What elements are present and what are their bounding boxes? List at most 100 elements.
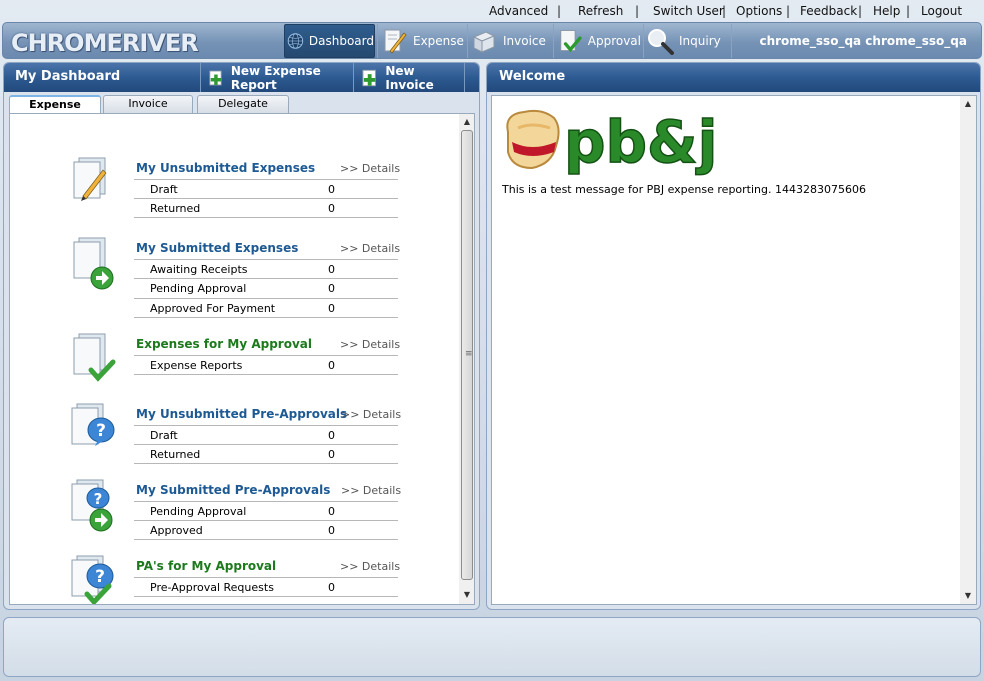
row-value: 0 <box>328 202 335 215</box>
refresh-link[interactable]: Refresh <box>578 4 623 18</box>
nav-approval-label: Approval <box>587 34 641 48</box>
help-link[interactable]: Help <box>873 4 900 18</box>
svg-text:?: ? <box>96 421 106 441</box>
table-row[interactable]: Approved For Payment 0 <box>134 298 398 318</box>
section-title[interactable]: Expenses for My Approval <box>136 337 312 351</box>
row-value: 0 <box>328 263 335 276</box>
table-row[interactable]: Awaiting Receipts 0 <box>134 259 398 279</box>
section-title[interactable]: My Unsubmitted Pre-Approvals <box>136 407 347 421</box>
section-title[interactable]: My Submitted Pre-Approvals <box>136 483 330 497</box>
welcome-message: This is a test message for PBJ expense r… <box>502 183 866 196</box>
scroll-up-arrow-icon[interactable]: ▲ <box>960 97 976 111</box>
switch-user-link[interactable]: Switch User <box>653 4 724 18</box>
user-name: chrome_sso_qa chrome_sso_qa <box>759 34 967 48</box>
nav-invoice[interactable]: Invoice <box>467 24 551 58</box>
question-arrow-document-icon: ? <box>71 479 113 532</box>
link-separator: | <box>906 4 911 18</box>
dashboard-title: My Dashboard <box>15 69 121 84</box>
section-title[interactable]: My Unsubmitted Expenses <box>136 161 315 175</box>
link-separator: | <box>858 4 863 18</box>
welcome-content: pb&j This is a test message for PBJ expe… <box>491 95 977 605</box>
table-row[interactable]: Draft 0 <box>134 179 398 199</box>
check-document-icon <box>73 333 116 382</box>
scroll-down-arrow-icon[interactable]: ▼ <box>960 589 976 603</box>
row-label: Expense Reports <box>150 359 243 372</box>
new-invoice-label: New Invoice <box>385 63 434 92</box>
dashboard-scrollbar[interactable]: ▲ ≡ ▼ <box>459 114 474 604</box>
table-row[interactable]: Returned 0 <box>134 444 398 464</box>
tab-invoice[interactable]: Invoice <box>103 95 193 113</box>
row-value: 0 <box>328 183 335 196</box>
welcome-scrollbar[interactable]: ▲ ▼ <box>960 96 976 604</box>
row-value: 0 <box>328 581 335 594</box>
welcome-title-bar: Welcome <box>487 63 980 92</box>
row-label: Awaiting Receipts <box>150 263 248 276</box>
new-document-plus-icon <box>209 70 222 85</box>
nav-dashboard[interactable]: Dashboard <box>284 24 375 58</box>
row-value: 0 <box>328 524 335 537</box>
table-row[interactable]: Pre-Approval Requests 0 <box>134 577 398 597</box>
top-links-bar: Advanced | Refresh | Switch User | Optio… <box>0 0 984 22</box>
details-link[interactable]: >> Details <box>340 338 400 351</box>
details-link[interactable]: >> Details <box>340 162 400 175</box>
grip-icon: ≡ <box>465 349 473 359</box>
details-link[interactable]: >> Details <box>340 242 400 255</box>
pbj-logo: pb&j <box>506 107 718 177</box>
link-separator: | <box>722 4 727 18</box>
details-link[interactable]: >> Details <box>341 408 401 421</box>
table-row[interactable]: Pending Approval 0 <box>134 501 398 521</box>
new-expense-report-button[interactable]: New Expense Report <box>200 63 352 92</box>
link-separator: | <box>786 4 791 18</box>
nav-approval[interactable]: Approval <box>553 24 641 58</box>
table-row[interactable]: Approved 0 <box>134 520 398 540</box>
link-separator: | <box>557 4 562 18</box>
nav-inquiry[interactable]: Inquiry <box>643 24 731 58</box>
svg-text:?: ? <box>95 567 105 587</box>
scrollbar-thumb[interactable]: ≡ <box>461 130 473 580</box>
row-label: Draft <box>150 183 178 196</box>
table-row[interactable]: Draft 0 <box>134 425 398 445</box>
row-label: Pre-Approval Requests <box>150 581 274 594</box>
svg-text:?: ? <box>94 490 103 508</box>
nav-invoice-label: Invoice <box>503 34 546 48</box>
main-header: CHROMERIVER Dashboard Expense Invoice Ap… <box>2 22 982 59</box>
table-row[interactable]: Returned 0 <box>134 198 398 218</box>
question-check-document-icon: ? <box>71 555 114 604</box>
tab-expense[interactable]: Expense <box>9 95 101 114</box>
question-document-icon: ? <box>71 403 115 446</box>
new-invoice-button[interactable]: New Invoice <box>353 63 465 92</box>
row-value: 0 <box>328 282 335 295</box>
dashboard-panel: My Dashboard New Expense Report New Invo… <box>3 62 480 610</box>
scroll-up-arrow-icon[interactable]: ▲ <box>459 115 474 129</box>
pencil-document-icon <box>73 157 107 201</box>
row-label: Returned <box>150 202 201 215</box>
tab-delegate[interactable]: Delegate <box>197 95 289 113</box>
welcome-title: Welcome <box>499 69 566 84</box>
feedback-link[interactable]: Feedback <box>800 4 857 18</box>
logout-link[interactable]: Logout <box>921 4 962 18</box>
nav-expense[interactable]: Expense <box>377 24 465 58</box>
row-label: Approved <box>150 524 203 537</box>
nav-inquiry-label: Inquiry <box>679 34 721 48</box>
nav-dashboard-label: Dashboard <box>308 34 374 48</box>
link-separator: | <box>635 4 640 18</box>
table-row[interactable]: Pending Approval 0 <box>134 278 398 298</box>
options-link[interactable]: Options <box>736 4 782 18</box>
row-value: 0 <box>328 302 335 315</box>
details-link[interactable]: >> Details <box>341 484 401 497</box>
row-value: 0 <box>328 429 335 442</box>
table-row[interactable]: Expense Reports 0 <box>134 355 398 375</box>
row-label: Returned <box>150 448 201 461</box>
section-title[interactable]: PA's for My Approval <box>136 559 276 573</box>
expense-tab-content: My Unsubmitted Expenses >> Details Draft… <box>9 113 475 605</box>
approval-check-icon <box>560 30 582 53</box>
welcome-panel: Welcome pb&j This is a test message for … <box>486 62 981 610</box>
scroll-down-arrow-icon[interactable]: ▼ <box>459 588 474 602</box>
bottom-panel <box>3 617 981 677</box>
advanced-link[interactable]: Advanced <box>489 4 548 18</box>
invoice-document-icon <box>472 31 496 53</box>
nav-expense-label: Expense <box>413 34 464 48</box>
section-title[interactable]: My Submitted Expenses <box>136 241 298 255</box>
details-link[interactable]: >> Details <box>340 560 400 573</box>
chromeriver-logo: CHROMERIVER <box>11 29 199 57</box>
